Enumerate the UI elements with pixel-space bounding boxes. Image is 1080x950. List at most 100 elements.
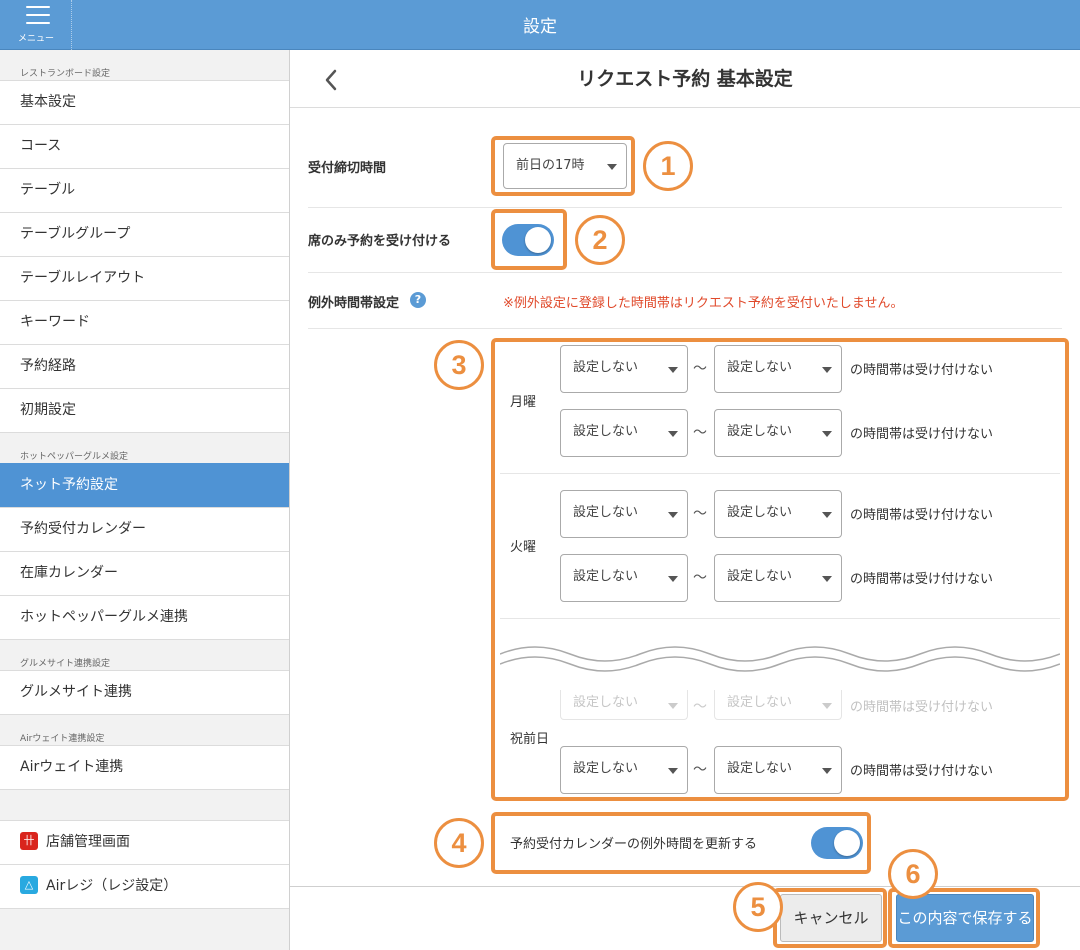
sidebar-divider [0,714,289,715]
sidebar-item-inventory-calendar[interactable]: 在庫カレンダー [0,551,289,595]
select-value: 設定しない [573,761,639,776]
tuesday-end-select-2[interactable]: 設定しない [714,554,842,602]
row-divider [308,207,1062,208]
seat-only-toggle[interactable] [502,224,554,256]
sidebar-item-airwait-link[interactable]: Airウェイト連携 [0,745,289,789]
annotation-badge-3: 3 [434,340,484,390]
holiday-end-select-2[interactable]: 設定しない [714,746,842,794]
sidebar-item-basic-settings[interactable]: 基本設定 [0,80,289,124]
update-calendar-toggle[interactable] [811,827,863,859]
wave-break-icon [500,646,1060,672]
annotation-badge-1: 1 [643,141,693,191]
select-value: 設定しない [573,505,639,520]
cancel-button[interactable]: キャンセル [780,894,882,942]
select-value: 設定しない [727,695,793,710]
deadline-value: 前日の17時 [516,158,585,173]
page-title: リクエスト予約 基本設定 [577,68,793,90]
exception-phrase: の時間帯は受け付けない [850,572,994,587]
range-tilde: 〜 [693,361,707,377]
annotation-badge-4: 4 [434,818,484,868]
airregi-icon: △ [20,875,38,894]
sidebar: レストランボード設定 基本設定 コース テーブル テーブルグループ テーブルレイ… [0,50,290,950]
holiday-end-select-1[interactable]: 設定しない [714,690,842,720]
dropdown-arrow-icon [822,702,832,709]
range-tilde: 〜 [693,425,707,441]
sidebar-divider [0,789,289,790]
select-value: 設定しない [573,360,639,375]
range-tilde: 〜 [693,699,707,715]
monday-start-select-2[interactable]: 設定しない [560,409,688,457]
dropdown-arrow-icon [822,768,832,774]
app-header: メニュー 設定 [0,0,1080,50]
tuesday-start-select-2[interactable]: 設定しない [560,554,688,602]
holiday-start-select-2[interactable]: 設定しない [560,746,688,794]
dropdown-arrow-icon [822,576,832,582]
tuesday-end-select-1[interactable]: 設定しない [714,490,842,538]
sidebar-item-gourmet-site-link[interactable]: グルメサイト連携 [0,670,289,714]
sidebar-item-table-layout[interactable]: テーブルレイアウト [0,256,289,300]
range-tilde: 〜 [693,570,707,586]
sidebar-item-initial-settings[interactable]: 初期設定 [0,388,289,432]
dropdown-arrow-icon [822,431,832,437]
select-value: 設定しない [727,424,793,439]
help-icon[interactable]: ? [410,292,426,308]
day-divider [500,618,1060,619]
sidebar-item-keyword[interactable]: キーワード [0,300,289,344]
holiday-start-select-1[interactable]: 設定しない [560,690,688,720]
toggle-knob [525,227,551,253]
toggle-knob [834,830,860,856]
deadline-label: 受付締切時間 [308,161,387,176]
sidebar-divider [0,908,289,909]
sidebar-item-hotpepper-link[interactable]: ホットペッパーグルメ連携 [0,595,289,639]
sidebar-item-reservation-calendar[interactable]: 予約受付カレンダー [0,507,289,551]
sidebar-section-heading: Airウェイト連携設定 [20,734,105,744]
dropdown-arrow-icon [607,164,617,170]
range-tilde: 〜 [693,762,707,778]
dropdown-arrow-icon [668,576,678,582]
sidebar-link-airregi[interactable]: △ Airレジ（レジ設定） [0,864,289,908]
exception-phrase: の時間帯は受け付けない [850,764,994,779]
save-button[interactable]: この内容で保存する [896,894,1034,942]
exception-phrase: の時間帯は受け付けない [850,508,994,523]
day-label-holiday-eve: 祝前日 [510,732,550,747]
row-divider [308,272,1062,273]
select-value: 設定しない [573,424,639,439]
dropdown-arrow-icon [668,768,678,774]
dropdown-arrow-icon [668,367,678,373]
footer-divider [290,886,1080,887]
sidebar-item-table-group[interactable]: テーブルグループ [0,212,289,256]
deadline-select[interactable]: 前日の17時 [503,143,627,189]
monday-start-select-1[interactable]: 設定しない [560,345,688,393]
select-value: 設定しない [573,695,639,710]
annotation-badge-6: 6 [888,849,938,899]
annotation-badge-5: 5 [733,882,783,932]
select-value: 設定しない [727,761,793,776]
select-value: 設定しない [727,505,793,520]
exception-phrase: の時間帯は受け付けない [850,363,994,378]
sidebar-section-heading: グルメサイト連携設定 [20,659,111,669]
monday-end-select-1[interactable]: 設定しない [714,345,842,393]
day-label-monday: 月曜 [510,395,537,410]
sidebar-section-heading: ホットペッパーグルメ設定 [20,452,129,462]
select-value: 設定しない [573,569,639,584]
sidebar-item-net-reservation[interactable]: ネット予約設定 [0,463,289,507]
dropdown-arrow-icon [668,702,678,709]
sidebar-link-label: Airレジ（レジ設定） [46,878,178,894]
seat-only-label: 席のみ予約を受け付ける [308,234,452,249]
tuesday-start-select-1[interactable]: 設定しない [560,490,688,538]
header-title: 設定 [523,17,557,37]
day-divider [500,473,1060,474]
dropdown-arrow-icon [668,512,678,518]
dropdown-arrow-icon [822,512,832,518]
sidebar-link-store-admin[interactable]: 卄店舗管理画面 [0,820,289,864]
sidebar-item-reservation-route[interactable]: 予約経路 [0,344,289,388]
row-divider [308,328,1062,329]
sidebar-item-course[interactable]: コース [0,124,289,168]
select-value: 設定しない [727,569,793,584]
sidebar-item-table[interactable]: テーブル [0,168,289,212]
dropdown-arrow-icon [822,367,832,373]
monday-end-select-2[interactable]: 設定しない [714,409,842,457]
annotation-badge-2: 2 [575,215,625,265]
dropdown-arrow-icon [668,431,678,437]
exception-warning: ※例外設定に登録した時間帯はリクエスト予約を受付いたしません。 [503,296,904,311]
